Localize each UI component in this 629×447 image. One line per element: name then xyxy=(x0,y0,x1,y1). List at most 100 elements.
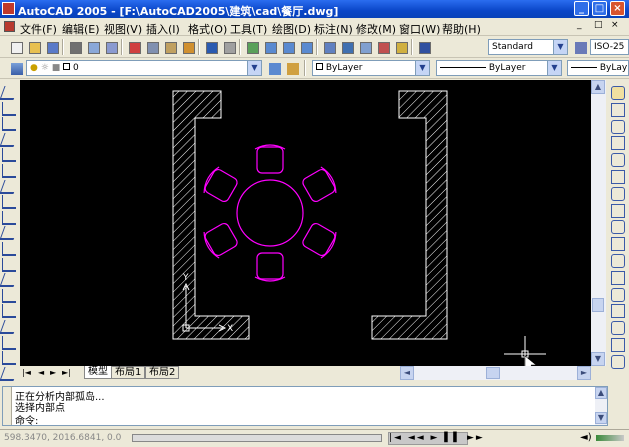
menu-draw[interactable]: 绘图(D) xyxy=(272,21,311,37)
ellipse-icon[interactable] xyxy=(0,226,19,241)
join-icon[interactable] xyxy=(611,304,625,319)
properties-icon[interactable] xyxy=(321,39,337,55)
fillet-icon[interactable] xyxy=(611,338,625,352)
help-icon[interactable] xyxy=(416,39,432,55)
document-icon[interactable] xyxy=(4,21,15,32)
mirror-icon[interactable] xyxy=(611,119,625,134)
command-window[interactable]: 正在分析内部孤岛... 选择内部点 命令: ▲ ▼ xyxy=(2,386,608,427)
linetype-select[interactable]: ByLayer ▼ xyxy=(436,60,562,76)
scroll-right-button[interactable]: ► xyxy=(577,366,591,380)
make-block-icon[interactable] xyxy=(0,273,19,288)
offset-icon[interactable] xyxy=(611,136,625,151)
menu-insert[interactable]: 插入(I) xyxy=(146,21,180,37)
construction-line-icon[interactable] xyxy=(2,101,16,116)
layer-manager-icon[interactable] xyxy=(8,60,24,76)
scroll-left-button[interactable]: ◄ xyxy=(400,366,414,380)
tab-layout2[interactable]: 布局2 xyxy=(145,366,180,379)
circle-icon[interactable] xyxy=(0,179,19,194)
dim-style-select[interactable]: ISO-25 xyxy=(590,39,629,55)
drawing-canvas[interactable]: Y X xyxy=(20,80,606,373)
new-icon[interactable] xyxy=(8,39,24,55)
menu-view[interactable]: 视图(V) xyxy=(104,21,142,37)
maximize-button[interactable]: □ xyxy=(592,1,607,16)
last-tab-icon[interactable]: ►| xyxy=(62,368,71,377)
markup-icon[interactable] xyxy=(393,39,409,55)
arc-icon[interactable] xyxy=(2,164,16,178)
mtext-icon[interactable] xyxy=(0,366,19,381)
make-current-layer-icon[interactable] xyxy=(266,60,282,76)
menu-dimension[interactable]: 标注(N) xyxy=(314,21,353,37)
sheetset-icon[interactable] xyxy=(375,39,391,55)
volume-slider[interactable] xyxy=(596,435,624,441)
extend-icon[interactable] xyxy=(611,254,625,268)
menu-format[interactable]: 格式(O) xyxy=(188,21,227,37)
autocad-app-icon[interactable] xyxy=(2,2,15,15)
hatch-icon[interactable] xyxy=(2,304,16,319)
media-progress-track[interactable] xyxy=(132,434,382,442)
move-icon[interactable] xyxy=(611,170,625,184)
layer-previous-icon[interactable] xyxy=(284,60,300,76)
break-at-point-icon[interactable] xyxy=(611,270,625,285)
menu-window[interactable]: 窗口(W) xyxy=(399,21,440,37)
next-tab-icon[interactable]: ► xyxy=(50,368,56,377)
dimstyle-icon[interactable] xyxy=(572,39,588,55)
zoom-window-icon[interactable] xyxy=(280,39,296,55)
menu-help[interactable]: 帮助(H) xyxy=(442,21,481,37)
copy-icon[interactable] xyxy=(144,39,160,55)
menu-modify[interactable]: 修改(M) xyxy=(356,21,396,37)
doc-restore-button[interactable]: □ xyxy=(594,20,603,30)
command-scrollbar[interactable]: ▲ ▼ xyxy=(595,387,607,425)
open-icon[interactable] xyxy=(26,39,42,55)
cmd-scroll-down-button[interactable]: ▼ xyxy=(595,412,607,424)
array-icon[interactable] xyxy=(611,153,625,168)
color-select[interactable]: ByLayer ▼ xyxy=(312,60,430,76)
speaker-icon[interactable]: ◄) xyxy=(580,432,592,443)
cmd-scroll-up-button[interactable]: ▲ xyxy=(595,387,607,399)
line-icon[interactable] xyxy=(0,86,19,100)
undo-icon[interactable] xyxy=(203,39,219,55)
region-icon[interactable] xyxy=(2,335,16,350)
horizontal-scrollbar[interactable]: ◄ ► xyxy=(400,366,591,380)
menu-edit[interactable]: 编辑(E) xyxy=(62,21,100,37)
coordinate-display[interactable]: 598.3470, 2016.6841, 0.0 xyxy=(4,433,121,443)
command-grip[interactable] xyxy=(3,387,12,425)
ellipse-arc-icon[interactable] xyxy=(2,242,16,256)
tab-model[interactable]: 模型 xyxy=(84,366,112,379)
break-icon[interactable] xyxy=(611,287,625,302)
revision-cloud-icon[interactable] xyxy=(2,195,16,210)
zoom-previous-icon[interactable] xyxy=(298,39,314,55)
trim-icon[interactable] xyxy=(611,237,625,252)
print-icon[interactable] xyxy=(67,39,83,55)
lineweight-select[interactable]: ByLay xyxy=(567,60,629,76)
erase-icon[interactable] xyxy=(611,86,625,100)
matchprop-icon[interactable] xyxy=(180,39,196,55)
layer-select[interactable]: ● ☼ ■ 0 ▼ xyxy=(26,60,262,76)
stretch-icon[interactable] xyxy=(611,220,625,235)
scroll-up-button[interactable]: ▲ xyxy=(591,80,605,94)
menu-file[interactable]: 文件(F) xyxy=(20,21,57,37)
publish-icon[interactable] xyxy=(103,39,119,55)
doc-close-button[interactable]: × xyxy=(611,20,619,30)
insert-block-icon[interactable] xyxy=(2,257,16,272)
tab-layout1[interactable]: 布局1 xyxy=(111,366,146,379)
preview-icon[interactable] xyxy=(85,39,101,55)
vertical-scrollbar[interactable]: ▲ ▼ xyxy=(591,80,606,366)
menu-tools[interactable]: 工具(T) xyxy=(230,21,267,37)
save-icon[interactable] xyxy=(44,39,60,55)
scroll-down-button[interactable]: ▼ xyxy=(591,352,605,366)
doc-minimize-button[interactable]: _ xyxy=(577,20,582,30)
scale-icon[interactable] xyxy=(611,203,625,218)
point-icon[interactable] xyxy=(2,288,16,303)
polygon-icon[interactable] xyxy=(0,132,19,147)
gradient-icon[interactable] xyxy=(0,320,19,334)
cut-icon[interactable] xyxy=(126,39,142,55)
hscroll-thumb[interactable] xyxy=(486,367,500,379)
pan-icon[interactable] xyxy=(244,39,260,55)
command-prompt[interactable]: 命令: xyxy=(15,412,38,427)
media-controls[interactable]: |◄ ◄◄ ► ▌▌ ►► xyxy=(388,432,483,445)
rectangle-icon[interactable] xyxy=(2,148,16,163)
first-tab-icon[interactable]: |◄ xyxy=(22,368,31,377)
toolpalette-icon[interactable] xyxy=(357,39,373,55)
redo-icon[interactable] xyxy=(221,39,237,55)
rotate-icon[interactable] xyxy=(611,186,625,201)
